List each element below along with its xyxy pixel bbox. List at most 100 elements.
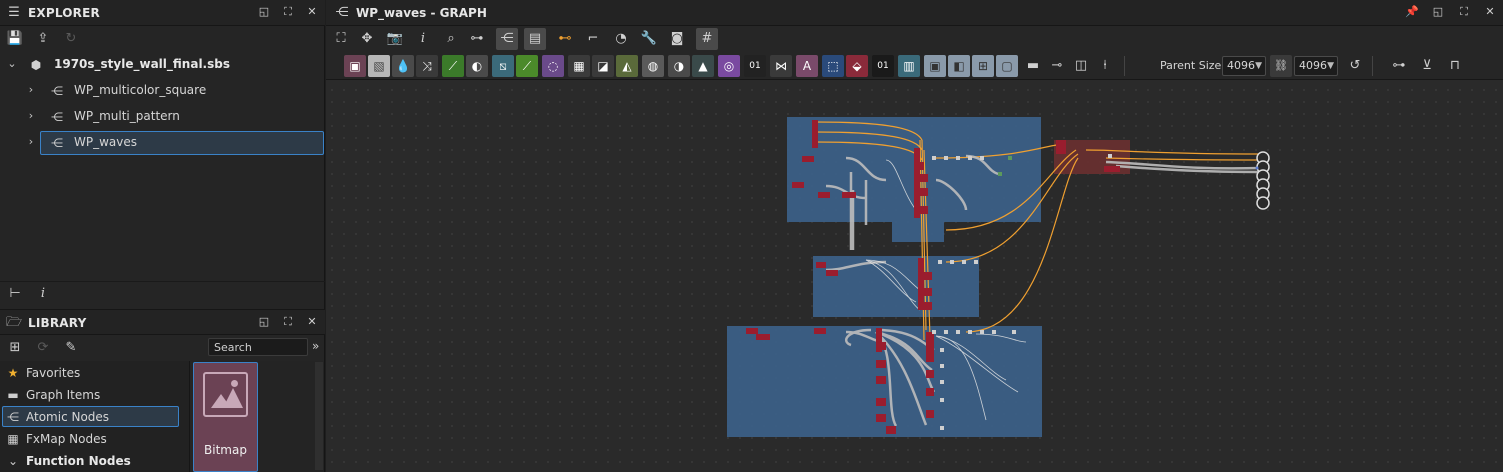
pin-icon[interactable]: 📌 — [1405, 5, 1419, 19]
lib-cat-label: FxMap Nodes — [26, 432, 107, 446]
info-icon[interactable]: i — [412, 28, 434, 50]
fit-1to1-icon[interactable]: ✥ — [356, 28, 378, 50]
frame-middle[interactable] — [813, 256, 979, 317]
preview-icon[interactable]: ◙ — [666, 28, 688, 50]
switch-icon[interactable]: ⬚ — [822, 55, 844, 77]
align-vertical-icon[interactable]: ⊻ — [1416, 55, 1438, 77]
layout-icon[interactable]: ⋲ — [496, 28, 518, 50]
align-horizontal-icon[interactable]: ⊶ — [1388, 55, 1410, 77]
snap-icon[interactable]: ⊓ — [1444, 55, 1466, 77]
link-style-icon[interactable]: ⊷ — [554, 28, 576, 50]
reload-icon[interactable]: ↻ — [62, 30, 80, 48]
emboss-icon[interactable]: ◪ — [592, 55, 614, 77]
lib-cat-function-nodes[interactable]: ⌄ Function Nodes — [0, 450, 190, 472]
width-select[interactable]: 4096 ▼ — [1222, 56, 1266, 76]
comment-icon[interactable]: ▬ — [1022, 55, 1044, 77]
tree-item-wp-multi-pattern[interactable]: › ⋲ WP_multi_pattern — [0, 104, 325, 130]
levels-icon[interactable]: 01 — [744, 55, 766, 77]
close-icon[interactable]: ✕ — [1483, 5, 1497, 19]
hierarchy-icon[interactable]: ⊢ — [6, 285, 24, 303]
transform-icon[interactable]: ◌ — [542, 55, 564, 77]
camera-icon[interactable]: 📷 — [384, 28, 406, 50]
expand-arrows-icon[interactable]: » — [312, 339, 319, 353]
add-folder-icon[interactable]: ⊞ — [6, 339, 24, 357]
refresh-icon[interactable]: ⟳ — [34, 339, 52, 357]
normal-icon[interactable]: ◭ — [616, 55, 638, 77]
graph-toolbar-1: ⛶ ✥ 📷 i ⌕ ⊶ ⋲ ▤ ⊷ ⌐ ◔ 🔧 ◙ # — [326, 26, 1503, 52]
maximize-icon[interactable]: ⛶ — [281, 315, 295, 329]
node-link-icon[interactable]: ⊶ — [466, 28, 488, 50]
gradient-icon[interactable]: ⟋ — [516, 55, 538, 77]
directional-warp-icon[interactable]: ⋈ — [770, 55, 792, 77]
tile-icon[interactable]: ▦ — [568, 55, 590, 77]
grid-snap-icon[interactable]: # — [696, 28, 718, 50]
output-value-icon[interactable]: ▢ — [996, 55, 1018, 77]
close-icon[interactable]: ✕ — [305, 315, 319, 329]
input-value-icon[interactable]: ⊞ — [972, 55, 994, 77]
link-aspect-icon[interactable]: ⛓ — [1270, 55, 1292, 77]
chevron-right-icon[interactable]: › — [25, 136, 37, 148]
fill-icon[interactable]: ⬙ — [846, 55, 868, 77]
close-icon[interactable]: ✕ — [305, 5, 319, 19]
undock-icon[interactable]: ◱ — [257, 5, 271, 19]
wrench-icon[interactable]: 🔧 — [638, 28, 660, 50]
pencil-icon[interactable]: ✎ — [62, 339, 80, 357]
chevron-right-icon[interactable]: › — [25, 84, 37, 96]
align-icon[interactable]: ▤ — [524, 28, 546, 50]
image-icon — [203, 372, 248, 417]
search-input[interactable]: Search — [208, 338, 308, 356]
shuffle-icon[interactable]: ⤨ — [416, 55, 438, 77]
frame-top-extension[interactable] — [892, 222, 944, 242]
chevron-right-icon[interactable]: › — [25, 110, 37, 122]
bitmap-node-icon[interactable]: ▣ — [344, 55, 366, 77]
library-scrollbar[interactable] — [315, 362, 323, 470]
fxmap-icon[interactable]: ▥ — [898, 55, 920, 77]
pixel-processor-icon[interactable]: 01 — [872, 55, 894, 77]
search-placeholder: Search — [214, 341, 252, 354]
search-icon[interactable]: ⌕ — [440, 28, 462, 50]
lib-cat-fxmap-nodes[interactable]: ▦ FxMap Nodes — [0, 428, 190, 450]
chevron-down-icon: ⌄ — [7, 454, 19, 468]
explorer-icon: ☰ — [8, 5, 20, 20]
pin-node-icon[interactable]: ⊸ — [1046, 55, 1068, 77]
histogram-icon[interactable]: ▲ — [692, 55, 714, 77]
maximize-icon[interactable]: ⛶ — [281, 5, 295, 19]
graph-view[interactable] — [326, 80, 1503, 472]
hsl-icon[interactable]: ◎ — [718, 55, 740, 77]
height-select[interactable]: 4096 ▼ — [1294, 56, 1338, 76]
uniform-color-icon[interactable]: 💧 — [392, 55, 414, 77]
text-icon[interactable]: A — [796, 55, 818, 77]
undock-icon[interactable]: ◱ — [257, 315, 271, 329]
save-icon[interactable]: 💾 — [6, 30, 24, 48]
connector-icon[interactable]: ⌐ — [582, 28, 604, 50]
svg-node-icon[interactable]: ▧ — [368, 55, 390, 77]
maximize-icon[interactable]: ⛶ — [1457, 5, 1471, 19]
comment-icon: ▬ — [7, 388, 19, 402]
blur-icon[interactable]: ◍ — [642, 55, 664, 77]
package-row[interactable]: ⌄ ⬢ 1970s_style_wall_final.sbs — [0, 52, 325, 78]
blend-icon[interactable]: ◐ — [466, 55, 488, 77]
output-nodes[interactable] — [1255, 151, 1270, 210]
reset-size-icon[interactable]: ↺ — [1344, 55, 1366, 77]
frame-all-icon[interactable]: ⛶ — [330, 28, 352, 50]
tree-item-wp-multicolor-square[interactable]: › ⋲ WP_multicolor_square — [0, 78, 325, 104]
output-image-icon[interactable]: ◧ — [948, 55, 970, 77]
info-icon[interactable]: i — [34, 285, 52, 303]
chevron-down-icon[interactable]: ⌄ — [6, 58, 18, 70]
lib-cat-graph-items[interactable]: ▬ Graph Items — [0, 384, 190, 406]
publish-icon[interactable]: ⇪ — [34, 30, 52, 48]
warp-icon[interactable]: ⧅ — [492, 55, 514, 77]
graph-toolbar-2: ▣ ▧ 💧 ⤨ ⟋ ◐ ⧅ ⟋ ◌ ▦ ◪ ◭ ◍ ◑ ▲ ◎ 01 ⋈ A ⬚… — [326, 52, 1503, 80]
tree-item-wp-waves[interactable]: › ⋲ WP_waves — [0, 130, 325, 156]
frame-icon[interactable]: ◫ — [1070, 55, 1092, 77]
lib-cat-atomic-nodes[interactable]: ⋲ Atomic Nodes — [0, 406, 190, 428]
lib-cat-favorites[interactable]: ★ Favorites — [0, 362, 190, 384]
input-image-icon[interactable]: ▣ — [924, 55, 946, 77]
sharpen-icon[interactable]: ◑ — [668, 55, 690, 77]
curve-icon[interactable]: ⟋ — [442, 55, 464, 77]
pin-icon[interactable]: ⍿ — [1094, 55, 1116, 77]
timer-icon[interactable]: ◔ — [610, 28, 632, 50]
lib-cat-label: Function Nodes — [26, 454, 131, 468]
undock-icon[interactable]: ◱ — [1431, 5, 1445, 19]
tile-bitmap[interactable]: Bitmap — [193, 362, 258, 472]
